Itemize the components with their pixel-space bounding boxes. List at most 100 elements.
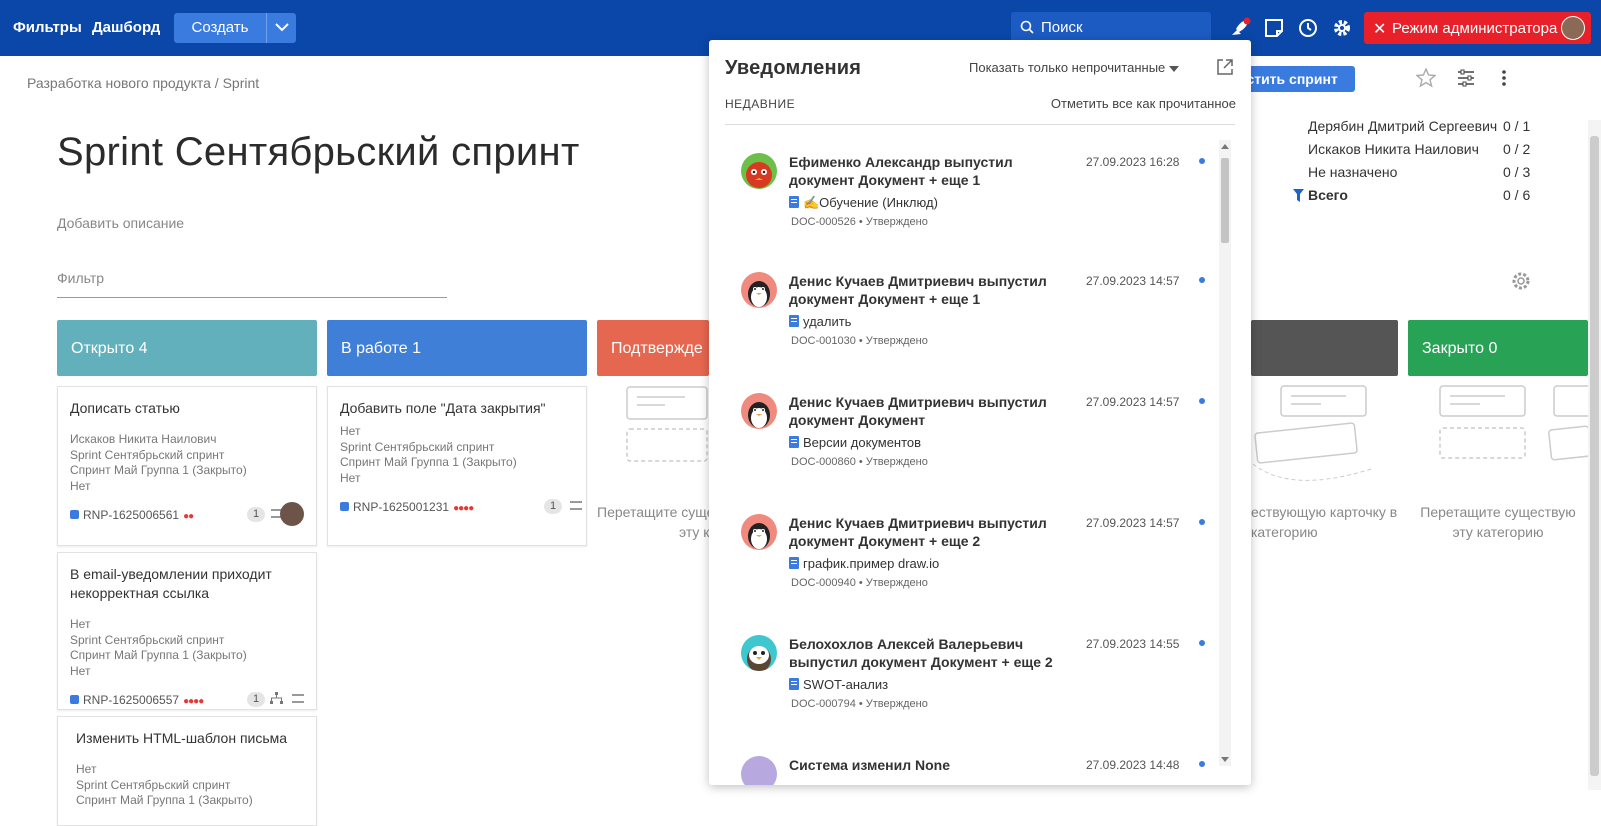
assignee-stats: Дерябин Дмитрий Сергеевич 0 / 1 Искаков Н… <box>1293 118 1538 210</box>
notification-item[interactable]: Белохохлов Алексей Валерьевич выпустил д… <box>741 635 1205 745</box>
add-description-link[interactable]: Добавить описание <box>57 215 184 231</box>
card-id[interactable]: RNP-1625006561 ●● <box>70 508 194 522</box>
search-icon <box>1020 20 1034 34</box>
priority-indicator: ●●●● <box>453 503 474 514</box>
notifications-scrollbar[interactable] <box>1219 140 1231 766</box>
stat-value: 0 / 2 <box>1503 141 1531 157</box>
unread-dot <box>1199 158 1205 164</box>
unread-dot <box>1199 519 1205 525</box>
document-link[interactable]: ✍️Обучение (Инклюд) <box>789 195 938 211</box>
card-meta: Нет Sprint Сентябрьский спринт Спринт Май … <box>340 424 517 485</box>
task-card[interactable]: Дописать статью Искаков Никита Наилович S… <box>57 386 317 546</box>
unread-dot <box>1199 398 1205 404</box>
search-input[interactable]: Поиск <box>1011 12 1211 43</box>
open-external-icon[interactable] <box>1216 58 1234 76</box>
note-icon[interactable] <box>1263 17 1285 39</box>
notification-item[interactable]: Денис Кучаев Дмитриевич выпустил докумен… <box>741 272 1205 382</box>
card-title: Добавить поле "Дата закрытия" <box>340 400 546 416</box>
card-title: В email-уведомлении приходит некорректна… <box>70 566 272 601</box>
card-title: Дописать статью <box>70 400 180 416</box>
document-icon <box>789 678 799 690</box>
document-id-status: DOC-000526 • Утверждено <box>791 216 928 228</box>
stat-row: Не назначено 0 / 3 <box>1308 164 1538 187</box>
stat-name: Дерябин Дмитрий Сергеевич <box>1308 118 1498 134</box>
show-unread-dropdown[interactable]: Показать только непрочитанные <box>969 60 1180 75</box>
stat-value: 0 / 6 <box>1503 187 1531 203</box>
chevron-down-icon <box>275 23 289 32</box>
history-icon[interactable] <box>1297 17 1319 39</box>
scroll-down-icon[interactable] <box>1221 757 1229 762</box>
empty-column-hint: Перетащите сущес эту к <box>597 504 709 540</box>
nav-filters-link[interactable]: Фильтры <box>13 19 82 36</box>
stat-row: Искаков Никита Наилович 0 / 2 <box>1308 141 1538 164</box>
card-id[interactable]: RNP-1625001231 ●●●● <box>340 500 474 514</box>
column-header-in-progress[interactable]: В работе 1 <box>327 320 587 376</box>
column-header-open[interactable]: Открыто 4 <box>57 320 317 376</box>
document-link[interactable]: график.пример draw.io <box>789 556 939 571</box>
notification-time: 27.09.2023 14:48 <box>1086 758 1180 772</box>
stat-value: 0 / 1 <box>1503 118 1531 134</box>
create-button[interactable]: Создать <box>174 13 266 43</box>
notification-text: Белохохлов Алексей Валерьевич выпустил д… <box>789 636 1053 670</box>
admin-mode-label: Режим администратора <box>1392 20 1558 37</box>
star-icon[interactable] <box>1416 68 1436 88</box>
notification-time: 27.09.2023 14:57 <box>1086 395 1180 409</box>
mark-all-read-link[interactable]: Отметить все как прочитанное <box>1051 96 1236 111</box>
column-header-dark[interactable] <box>1251 320 1398 376</box>
page-scrollbar[interactable] <box>1588 120 1601 790</box>
task-card[interactable]: Изменить HTML-шаблон письма Нет Sprint Се… <box>57 716 317 826</box>
nav-dashboard-link[interactable]: Дашборд <box>92 19 160 36</box>
assignee-avatar[interactable] <box>280 502 304 526</box>
task-card[interactable]: Добавить поле "Дата закрытия" Нет Sprint … <box>327 386 587 546</box>
document-id-status: DOC-000860 • Утверждено <box>791 456 928 468</box>
document-link[interactable]: SWOT-анализ <box>789 677 888 692</box>
breadcrumb[interactable]: Разработка нового продукта / Sprint <box>27 75 259 91</box>
page-title: Sprint Сентябрьский спринт <box>57 130 580 174</box>
scroll-up-icon[interactable] <box>1221 144 1229 149</box>
user-avatar <box>741 756 777 785</box>
user-avatar <box>741 153 777 189</box>
empty-column-illustration <box>1439 385 1588 461</box>
document-id-status: DOC-001030 • Утверждено <box>791 335 928 347</box>
recent-section-label: НЕДАВНИЕ <box>725 97 796 111</box>
notification-item[interactable]: Денис Кучаев Дмитриевич выпустил докумен… <box>741 514 1205 624</box>
user-avatar <box>741 393 777 429</box>
card-meta: Искаков Никита Наилович Sprint Сентябрьск… <box>70 432 247 493</box>
notification-item[interactable]: Система изменил None 27.09.2023 14:48 <box>741 756 1205 785</box>
user-avatar[interactable] <box>1561 16 1585 40</box>
comment-count-badge: 1 <box>247 507 265 522</box>
user-avatar <box>741 635 777 671</box>
admin-mode-button[interactable]: ✕ Режим администратора <box>1364 12 1591 44</box>
more-vertical-icon[interactable] <box>1500 68 1508 88</box>
notifications-panel: Уведомления Показать только непрочитанны… <box>709 40 1251 785</box>
column-header-confirmed[interactable]: Подтвержде <box>597 320 709 376</box>
settings-gear-icon[interactable] <box>1331 17 1353 39</box>
board-settings-gear-icon[interactable] <box>1510 270 1532 292</box>
card-meta: Нет Sprint Сентябрьский спринт Спринт Май … <box>76 762 253 807</box>
document-icon <box>789 196 799 208</box>
filter-input[interactable]: Фильтр <box>57 270 447 298</box>
stat-row-total: Всего 0 / 6 <box>1293 187 1538 210</box>
unread-dot <box>1199 761 1205 767</box>
empty-column-illustration <box>626 386 708 462</box>
sliders-icon[interactable] <box>1456 68 1476 88</box>
notification-text: Денис Кучаев Дмитриевич выпустил докумен… <box>789 515 1047 549</box>
user-avatar <box>741 514 777 550</box>
create-dropdown-button[interactable] <box>266 13 296 43</box>
priority-medium-icon <box>570 501 582 510</box>
notification-text: Система изменил None <box>789 757 951 773</box>
comment-count-badge: 1 <box>247 692 265 707</box>
stat-name: Искаков Никита Наилович <box>1308 141 1479 157</box>
task-card[interactable]: В email-уведомлении приходит некорректна… <box>57 552 317 710</box>
notifications-title: Уведомления <box>725 57 862 79</box>
document-icon <box>789 315 799 327</box>
document-link[interactable]: Версии документов <box>789 435 921 450</box>
priority-medium-icon <box>292 694 304 703</box>
notification-time: 27.09.2023 14:57 <box>1086 274 1180 288</box>
rocket-icon[interactable] <box>1229 17 1251 39</box>
column-header-closed[interactable]: Закрыто 0 <box>1408 320 1588 376</box>
document-link[interactable]: удалить <box>789 314 851 329</box>
notification-item[interactable]: Ефименко Александр выпустил документ Док… <box>741 153 1205 263</box>
notification-item[interactable]: Денис Кучаев Дмитриевич выпустил докумен… <box>741 393 1205 503</box>
card-id[interactable]: RNP-1625006557 ●●●● <box>70 693 204 707</box>
